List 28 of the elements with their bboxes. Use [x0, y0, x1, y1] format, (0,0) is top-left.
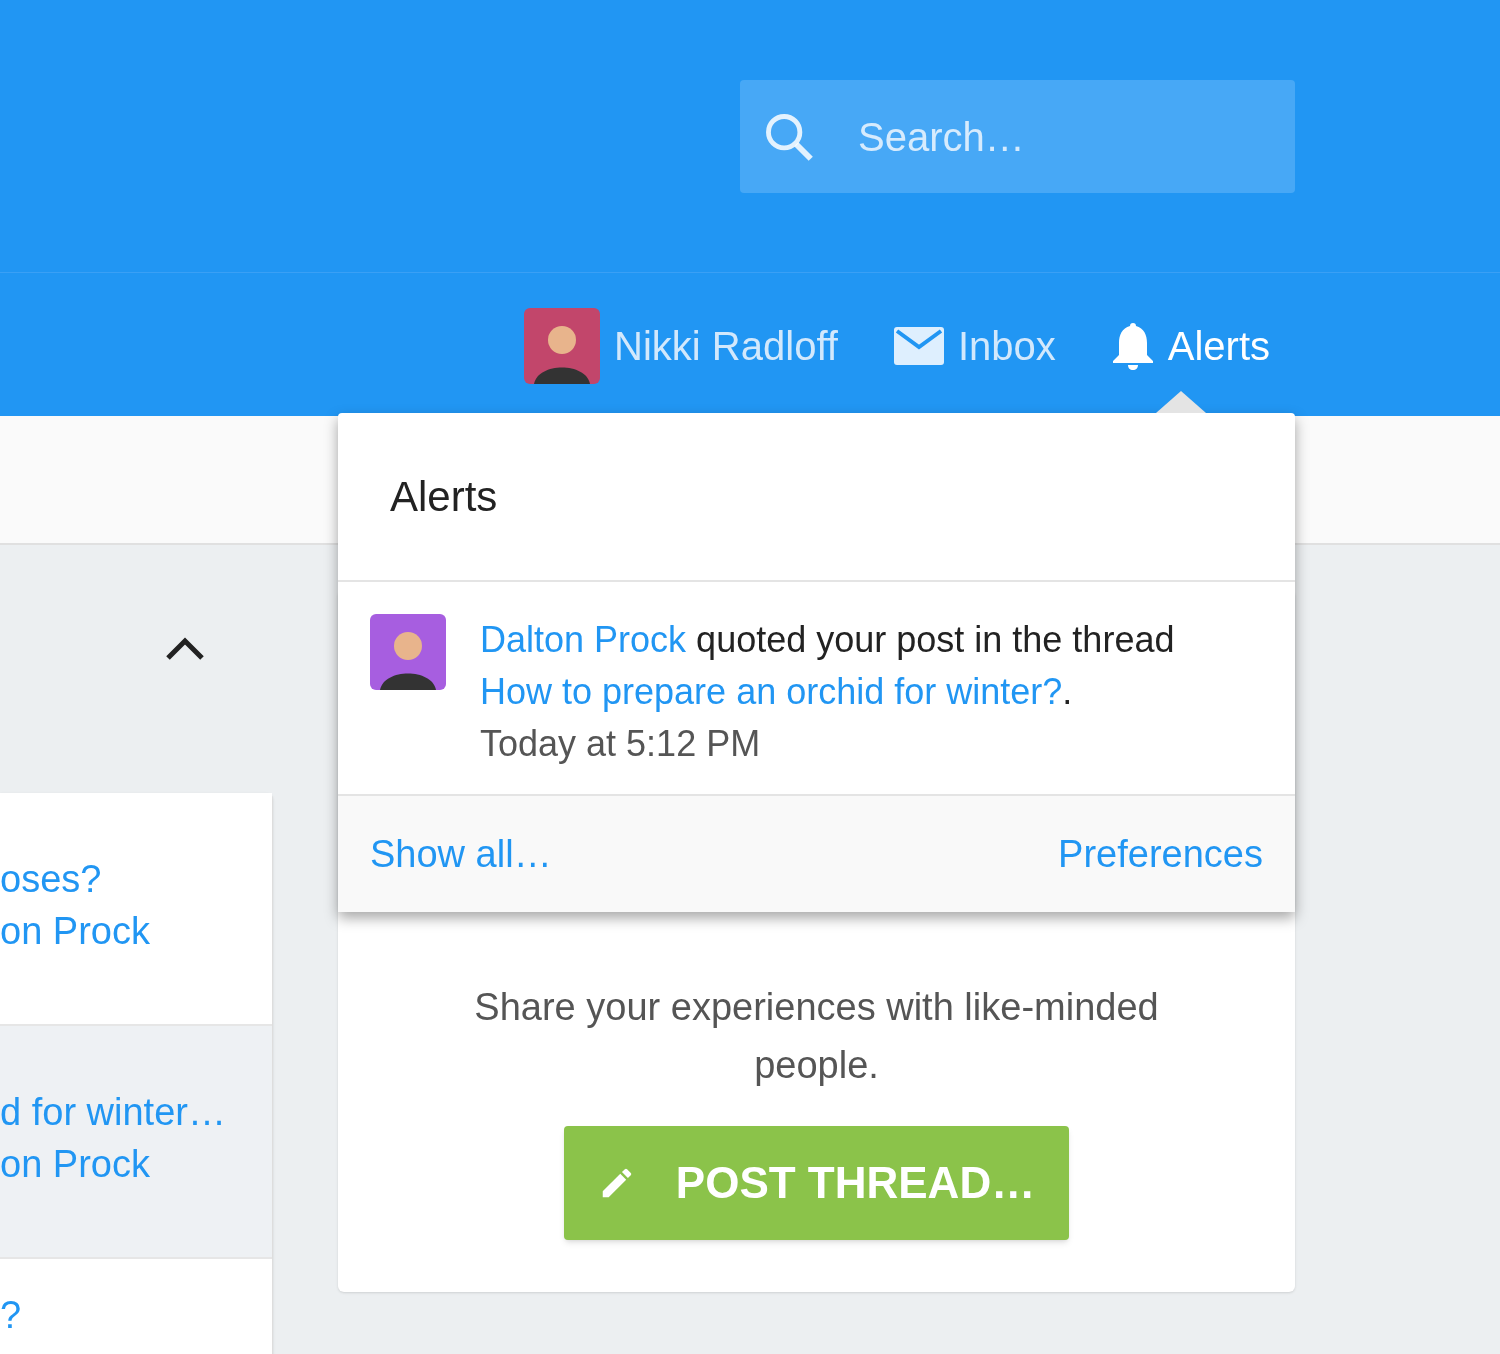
thread-item[interactable]: d for winter… on Prock [0, 1026, 272, 1259]
envelope-icon [893, 326, 944, 365]
thread-author[interactable]: on Prock [0, 905, 272, 957]
cta-text: Share your experiences with like-minded people. [473, 985, 1160, 1088]
thread-item[interactable]: ? [0, 1259, 272, 1354]
thread-item[interactable]: oses? on Prock [0, 793, 272, 1026]
thread-link[interactable]: How to prepare an orchid for winter? [480, 671, 1063, 712]
post-thread-button[interactable]: POST THREAD… [564, 1126, 1069, 1240]
search-field[interactable]: Search… [740, 80, 1295, 193]
bell-icon [1111, 320, 1154, 371]
dropdown-title: Alerts [390, 472, 498, 522]
show-all-link[interactable]: Show all… [370, 825, 552, 883]
thread-title[interactable]: ? [0, 1289, 272, 1341]
nav-tab[interactable]: Nikki Radloff [524, 307, 838, 384]
search-input[interactable]: Search… [858, 106, 1258, 167]
avatar-icon [370, 614, 446, 690]
preferences-link[interactable]: Preferences [1058, 825, 1263, 883]
chevron-up-icon[interactable] [165, 635, 205, 661]
user-link[interactable]: Dalton Prock [480, 619, 687, 660]
avatar-icon [524, 307, 601, 384]
nav-tab[interactable]: Alerts [1111, 315, 1270, 376]
nav-tab[interactable]: Inbox [893, 315, 1056, 376]
dropdown-pointer-icon [1156, 391, 1206, 413]
alert-text: Dalton Prock quoted your post in the thread How to prepare an orchid for winter?. [480, 618, 1176, 714]
thread-title[interactable]: oses? [0, 853, 272, 905]
alert-time: Today at 5:12 PM [480, 722, 762, 766]
thread-title[interactable]: d for winter… [0, 1086, 272, 1138]
thread-author[interactable]: on Prock [0, 1138, 272, 1190]
